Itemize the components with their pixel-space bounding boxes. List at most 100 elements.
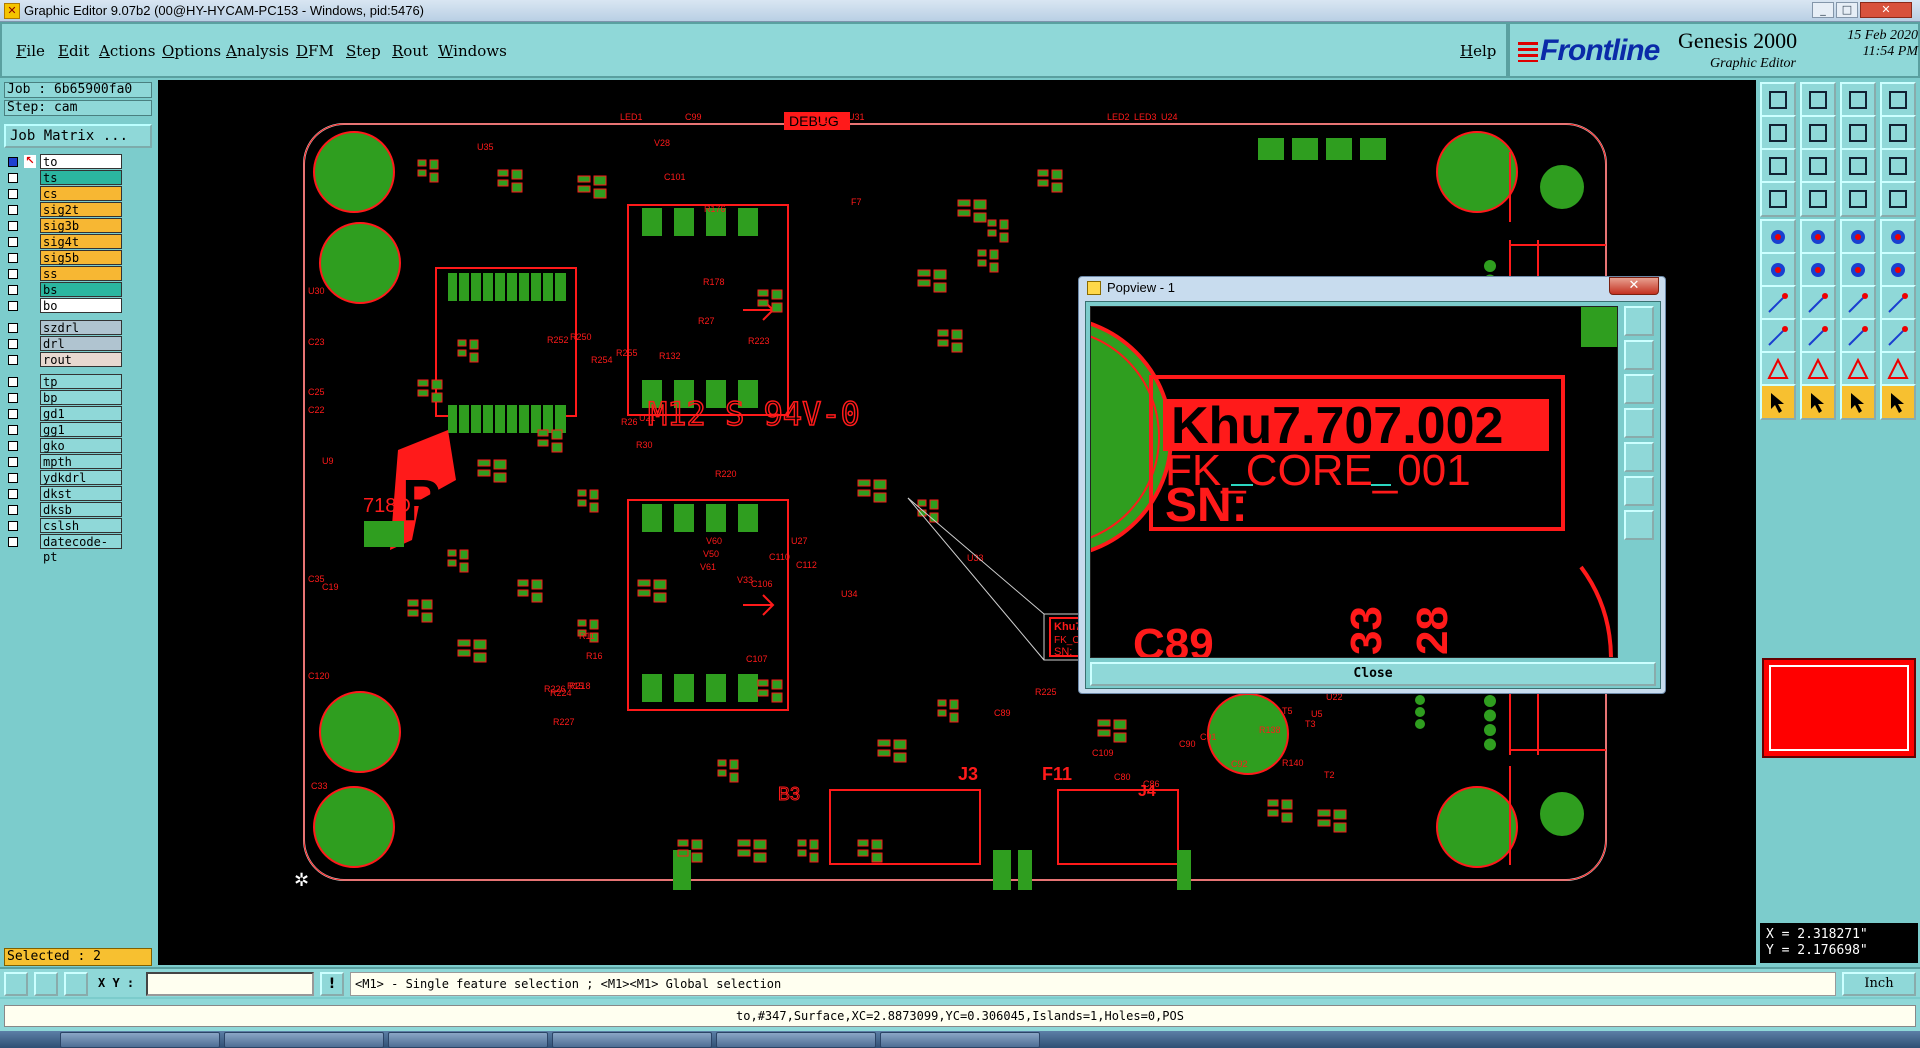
layer-row[interactable]: sig5b (4, 250, 126, 266)
layer-row[interactable]: dksb (4, 502, 126, 518)
layer-name[interactable]: ydkdrl (40, 470, 122, 485)
layer-row[interactable]: dkst (4, 486, 126, 502)
layer-checkbox[interactable] (8, 355, 18, 365)
layer-row[interactable]: gko (4, 438, 126, 454)
menu-edit[interactable]: Edit (58, 42, 89, 60)
layer-row[interactable]: tp (4, 374, 126, 390)
layer-name[interactable]: bo (40, 298, 122, 313)
layer-name[interactable]: dkst (40, 486, 122, 501)
layer-row[interactable]: gg1 (4, 422, 126, 438)
layer-checkbox[interactable] (8, 377, 18, 387)
layer-row[interactable]: sig2t (4, 202, 126, 218)
layer-row[interactable]: cslsh (4, 518, 126, 534)
taskbar-item[interactable] (716, 1032, 876, 1048)
layer-name[interactable]: bs (40, 282, 122, 297)
popview-center-button[interactable] (1624, 510, 1654, 540)
graphic-canvas[interactable]: LED1 LED2 LED3 U24 U31 U35 U30 U21 U27 U34 U9 U33 C8… (158, 80, 1756, 965)
measure-ruler-icon[interactable] (1840, 219, 1876, 255)
menu-windows[interactable]: Windows (438, 42, 507, 60)
add-line-icon[interactable] (1800, 219, 1836, 255)
popview-zoom-in-button[interactable] (1624, 340, 1654, 370)
snap-icon[interactable] (1880, 285, 1916, 321)
select-pointer-d-icon[interactable] (1880, 384, 1916, 420)
menu-rout[interactable]: Rout (392, 42, 428, 60)
layer-checkbox[interactable] (8, 253, 18, 263)
layer-checkbox[interactable] (8, 489, 18, 499)
popview-zoom-fit-button[interactable] (1624, 306, 1654, 336)
layer-checkbox[interactable] (8, 441, 18, 451)
layer-name[interactable]: to (40, 154, 122, 169)
surface-select-icon[interactable] (1880, 318, 1916, 354)
zoom-in-icon[interactable] (1760, 148, 1796, 184)
zoom-window-icon[interactable] (1880, 82, 1916, 118)
layer-icon[interactable] (1760, 181, 1796, 217)
menu-options[interactable]: Options (162, 42, 221, 60)
pad-icon[interactable] (1800, 181, 1836, 217)
layer-row[interactable]: sig4t (4, 234, 126, 250)
layer-name[interactable]: gko (40, 438, 122, 453)
layer-row[interactable]: cs (4, 186, 126, 202)
menu-actions[interactable]: Actions (99, 42, 155, 60)
layer-name[interactable]: ts (40, 170, 122, 185)
layer-row[interactable]: datecode-pt (4, 534, 126, 564)
layer-row[interactable]: ↖ to (4, 154, 126, 170)
layer-name[interactable]: sig3b (40, 218, 122, 233)
popview-close-icon[interactable]: ✕ (1609, 277, 1659, 295)
net-icon[interactable] (1880, 181, 1916, 217)
layer-name[interactable]: cs (40, 186, 122, 201)
layer-checkbox[interactable] (8, 457, 18, 467)
triangle-b-icon[interactable] (1840, 351, 1876, 387)
layer-name[interactable]: dksb (40, 502, 122, 517)
layer-checkbox[interactable] (8, 301, 18, 311)
close-window-button[interactable]: ✕ (1860, 2, 1912, 18)
layer-name[interactable]: mpth (40, 454, 122, 469)
layer-checkbox[interactable] (8, 157, 18, 167)
layer-row[interactable]: bs (4, 282, 126, 298)
line-select-icon[interactable] (1800, 318, 1836, 354)
open-job-icon[interactable] (1760, 82, 1796, 118)
snap-mode-button[interactable] (4, 972, 28, 996)
units-dropdown[interactable]: Inch (1842, 972, 1916, 996)
layer-name[interactable]: sig2t (40, 202, 122, 217)
layer-checkbox[interactable] (8, 339, 18, 349)
zoom-fit-icon[interactable] (1880, 115, 1916, 151)
pan-right-icon[interactable] (1800, 115, 1836, 151)
layer-checkbox[interactable] (8, 505, 18, 515)
zoom-out-icon[interactable] (1800, 148, 1836, 184)
taskbar-item[interactable] (388, 1032, 548, 1048)
layer-checkbox[interactable] (8, 237, 18, 247)
taskbar-item[interactable] (224, 1032, 384, 1048)
menu-analysis[interactable]: Analysis (226, 42, 289, 60)
scale-icon[interactable] (1840, 148, 1876, 184)
select-pointer-icon[interactable] (1760, 384, 1796, 420)
pad-select-icon[interactable] (1760, 318, 1796, 354)
layer-name[interactable]: szdrl (40, 320, 122, 335)
layer-name[interactable]: cslsh (40, 518, 122, 533)
layer-checkbox[interactable] (8, 285, 18, 295)
job-matrix-button[interactable]: Job Matrix ... (4, 124, 152, 148)
target-icon[interactable] (1880, 219, 1916, 255)
save-icon[interactable] (1800, 82, 1836, 118)
overview-window[interactable] (1762, 658, 1916, 758)
layer-checkbox[interactable] (8, 269, 18, 279)
layer-row[interactable]: ts (4, 170, 126, 186)
layer-checkbox[interactable] (8, 393, 18, 403)
hint-icon[interactable]: ! (320, 972, 344, 996)
layer-checkbox[interactable] (8, 521, 18, 531)
layer-row[interactable]: ydkdrl (4, 470, 126, 486)
zoom-reset-icon[interactable] (1840, 115, 1876, 151)
layer-checkbox[interactable] (8, 473, 18, 483)
pan-left-icon[interactable] (1760, 115, 1796, 151)
select-pointer-b-icon[interactable] (1800, 384, 1836, 420)
popview-zoom-view[interactable]: Khu7.707.002 FK_CORE_001 SN: C89 33 28 (1091, 307, 1618, 658)
redraw-icon[interactable] (1880, 148, 1916, 184)
popview-home-button[interactable] (1624, 476, 1654, 506)
layer-checkbox[interactable] (8, 189, 18, 199)
draw-line-icon[interactable] (1760, 285, 1796, 321)
layer-checkbox[interactable] (8, 537, 18, 547)
popview-pan-right-button[interactable] (1624, 442, 1654, 472)
layer-name[interactable]: datecode-pt (40, 534, 122, 564)
layer-checkbox[interactable] (8, 221, 18, 231)
layer-row[interactable]: rout (4, 352, 126, 368)
taskbar-item[interactable] (880, 1032, 1040, 1048)
